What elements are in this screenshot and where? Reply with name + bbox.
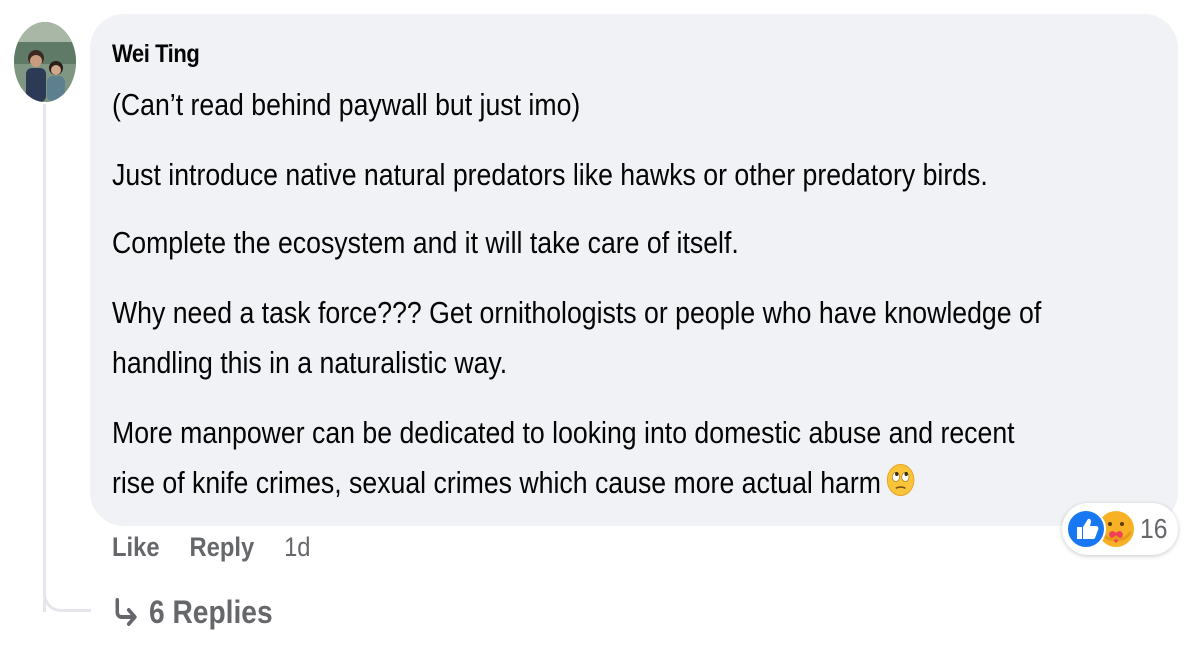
avatar[interactable] — [14, 22, 76, 102]
reply-button[interactable]: Reply — [189, 532, 254, 563]
comment-paragraph: Complete the ecosystem and it will take … — [112, 225, 739, 260]
comment-actions: Like Reply 1d — [112, 532, 311, 563]
comment-line-text: rise of knife crimes, sexual crimes whic… — [112, 465, 881, 500]
comment-paragraph: More manpower can be dedicated to lookin… — [112, 408, 1015, 508]
thread-connector-curve — [43, 570, 91, 612]
like-icon — [1066, 509, 1106, 549]
reply-arrow-icon — [115, 597, 137, 626]
face-with-rolling-eyes-icon — [886, 464, 915, 496]
comment-author-name[interactable]: Wei Ting — [112, 40, 200, 69]
reaction-count: 16 — [1140, 513, 1168, 544]
comment-line-with-emoji: rise of knife crimes, sexual crimes whic… — [112, 458, 1015, 508]
comment-paragraph: Why need a task force??? Get ornithologi… — [112, 288, 1041, 388]
comment-timestamp[interactable]: 1d — [284, 532, 310, 563]
comment-line: handling this in a naturalistic way. — [112, 345, 508, 380]
like-button[interactable]: Like — [112, 532, 160, 563]
comment-paragraph: Just introduce native natural predators … — [112, 157, 988, 192]
comment-line: More manpower can be dedicated to lookin… — [112, 415, 1015, 450]
comment-line: Why need a task force??? Get ornithologi… — [112, 295, 1042, 330]
replies-label: 6 Replies — [148, 594, 273, 630]
comment-paragraph: (Can’t read behind paywall but just imo) — [112, 87, 581, 122]
reaction-summary[interactable]: 16 — [1062, 503, 1178, 555]
thread-connector-line — [43, 104, 46, 612]
view-replies-button[interactable]: 6 Replies — [112, 594, 273, 631]
comment-thread: Wei Ting (Can’t read behind paywall but … — [0, 0, 1200, 663]
